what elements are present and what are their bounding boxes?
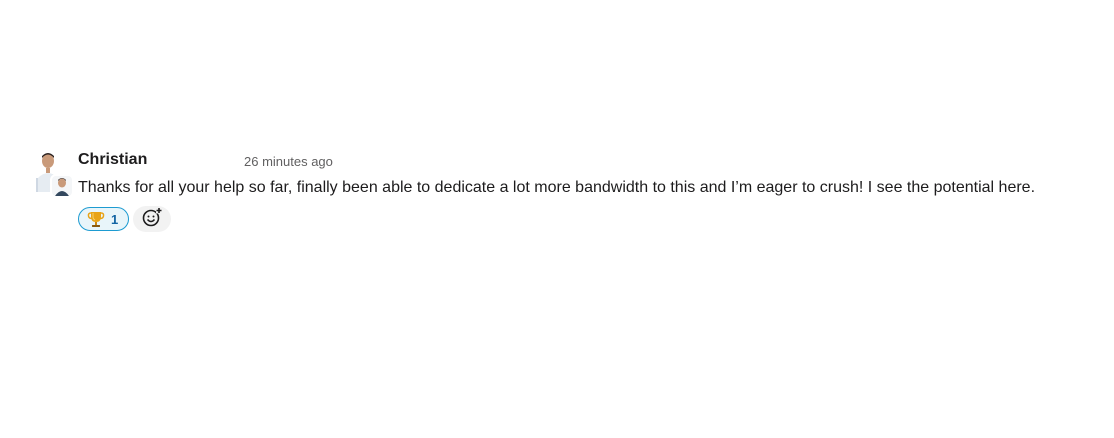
add-reaction-button[interactable]: [133, 206, 171, 232]
reaction-trophy[interactable]: 1: [78, 207, 129, 231]
author-name[interactable]: Christian: [78, 151, 147, 169]
avatar-stack[interactable]: [36, 152, 72, 196]
reactions-bar: 1: [78, 206, 1096, 232]
reaction-count: 1: [111, 211, 119, 227]
trophy-icon: [87, 210, 105, 228]
message-text: Thanks for all your help so far, finally…: [78, 179, 1036, 196]
message-header: Christian 26 minutes ago: [78, 150, 1096, 172]
add-reaction-icon: [141, 206, 163, 233]
avatar-secondary[interactable]: [52, 176, 72, 196]
message-content: Christian 26 minutes ago Thanks for all …: [78, 150, 1096, 232]
timestamp[interactable]: 26 minutes ago: [244, 154, 333, 169]
